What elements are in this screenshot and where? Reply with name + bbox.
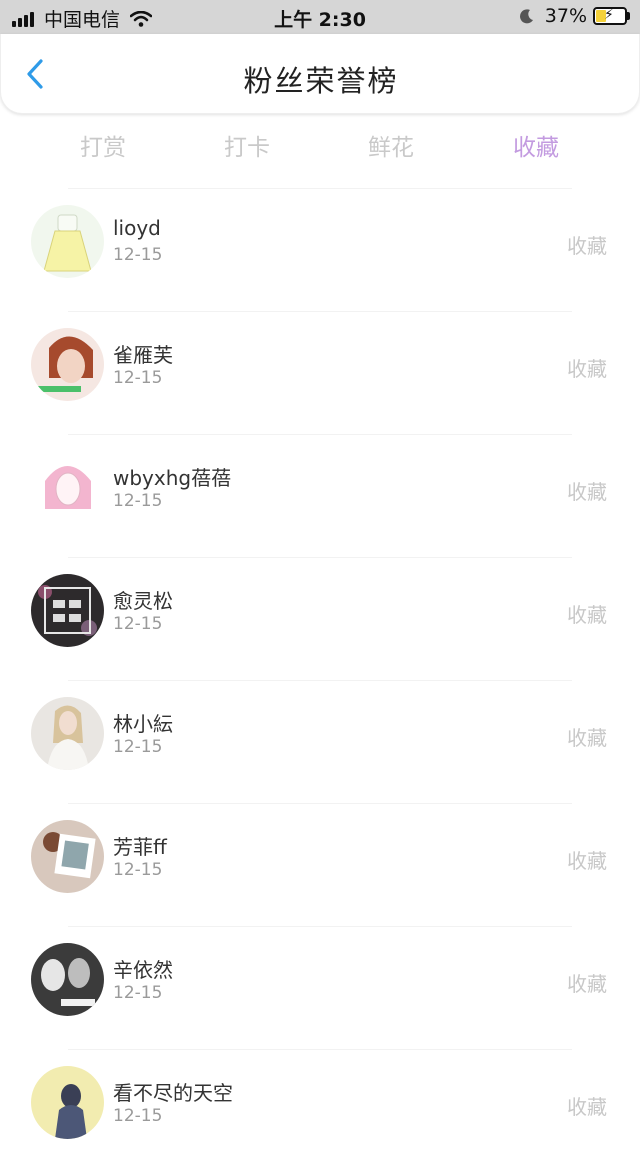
tab-bar: 打赏 打卡 鲜花 收藏 (0, 122, 640, 172)
tab-flowers[interactable]: 鲜花 (341, 128, 441, 162)
favorite-label: 收藏 (567, 1095, 607, 1119)
list-item[interactable]: 林小紜 12-15 收藏 (0, 680, 640, 803)
fan-name: 愈灵松 (113, 589, 173, 613)
favorite-label: 收藏 (567, 480, 607, 504)
moon-icon (519, 9, 533, 24)
avatar[interactable] (31, 574, 104, 647)
tab-checkin[interactable]: 打卡 (197, 128, 297, 162)
row-divider (68, 434, 572, 435)
battery-icon: ⚡ (593, 7, 627, 25)
status-right: 37% ⚡ (519, 5, 630, 27)
fan-date: 12-15 (113, 983, 163, 1003)
fan-name: 看不尽的天空 (113, 1081, 233, 1105)
battery-cap (627, 12, 630, 20)
row-divider (68, 680, 572, 681)
battery-percent: 37% (544, 5, 587, 27)
list-item[interactable]: 芳菲ff 12-15 收藏 (0, 803, 640, 926)
charging-bolt-icon: ⚡ (604, 7, 614, 23)
row-divider (68, 557, 572, 558)
fan-name: wbyxhg蓓蓓 (113, 466, 232, 490)
row-divider (68, 311, 572, 312)
favorite-label: 收藏 (567, 234, 607, 258)
fan-list: lioyd 12-15 收藏 雀雁芙 12-15 收藏 wbyxhg蓓蓓 12-… (0, 188, 640, 1172)
favorite-label: 收藏 (567, 357, 607, 381)
fan-date: 12-15 (113, 368, 163, 388)
list-item[interactable]: 辛依然 12-15 收藏 (0, 926, 640, 1049)
avatar[interactable] (31, 205, 104, 278)
avatar[interactable] (31, 1066, 104, 1139)
avatar[interactable] (31, 328, 104, 401)
avatar[interactable] (31, 820, 104, 893)
favorite-label: 收藏 (567, 972, 607, 996)
fan-date: 12-15 (113, 491, 163, 511)
fan-name: 芳菲ff (113, 835, 167, 859)
fan-name: lioyd (113, 216, 161, 240)
avatar[interactable] (31, 697, 104, 770)
row-divider (68, 803, 572, 804)
fan-name: 雀雁芙 (113, 343, 173, 367)
row-divider (68, 926, 572, 927)
fan-name: 林小紜 (113, 712, 173, 736)
favorite-label: 收藏 (567, 603, 607, 627)
nav-header: 粉丝荣誉榜 (0, 34, 640, 114)
tab-favorites[interactable]: 收藏 (486, 128, 586, 162)
favorite-label: 收藏 (567, 726, 607, 750)
page-title: 粉丝荣誉榜 (243, 64, 399, 98)
list-item[interactable]: 雀雁芙 12-15 收藏 (0, 311, 640, 434)
status-bar: 中国电信 上午 2:30 37% ⚡ (0, 0, 640, 34)
tab-reward[interactable]: 打赏 (53, 128, 153, 162)
fan-date: 12-15 (113, 1106, 163, 1126)
fan-date: 12-15 (113, 614, 163, 634)
fan-date: 12-15 (113, 860, 163, 880)
fan-date: 12-15 (113, 737, 163, 757)
row-divider (68, 1049, 572, 1050)
avatar[interactable] (31, 451, 104, 524)
avatar[interactable] (31, 943, 104, 1016)
fan-name: 辛依然 (113, 958, 173, 982)
fan-date: 12-15 (113, 245, 163, 265)
row-divider (68, 188, 572, 189)
list-item[interactable]: lioyd 12-15 收藏 (0, 188, 640, 311)
list-item[interactable]: 看不尽的天空 12-15 收藏 (0, 1049, 640, 1172)
list-item[interactable]: 愈灵松 12-15 收藏 (0, 557, 640, 680)
favorite-label: 收藏 (567, 849, 607, 873)
list-item[interactable]: wbyxhg蓓蓓 12-15 收藏 (0, 434, 640, 557)
